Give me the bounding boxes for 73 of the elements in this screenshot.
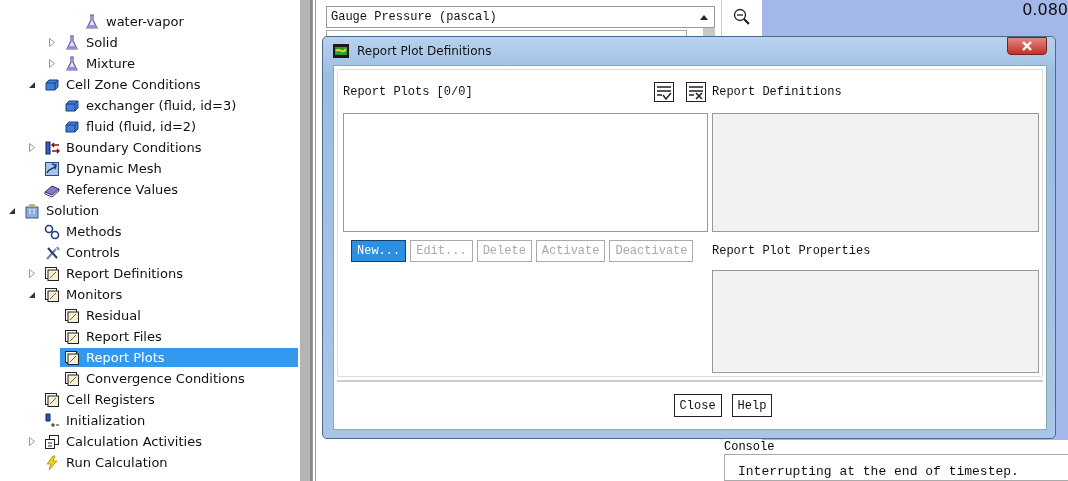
scroll-up-icon[interactable] <box>700 14 708 20</box>
list-label: Report Plots [0/0] <box>343 84 473 99</box>
tree-item[interactable]: Calculation Activities <box>40 432 298 451</box>
collapse-arrow-icon[interactable] <box>29 291 35 298</box>
monitor-icon <box>44 265 60 282</box>
list-box[interactable]: Gauge Pressure (pascal) <box>326 6 715 28</box>
zoom-out-icon[interactable] <box>733 8 751 26</box>
tree-item[interactable]: Residual <box>60 306 298 325</box>
flask-icon <box>64 34 80 51</box>
cube-icon <box>64 118 80 135</box>
tree-item[interactable]: Report Files <box>60 327 298 346</box>
expand-arrow-icon[interactable] <box>49 38 55 47</box>
monitor-icon <box>44 391 60 408</box>
definitions-label: Report Definitions <box>712 84 842 99</box>
tree-item[interactable]: Methods <box>40 222 298 241</box>
tree-item[interactable]: Dynamic Mesh <box>40 159 298 178</box>
console-text: Interrupting at the end of timestep. <box>738 464 1019 479</box>
definitions-list[interactable] <box>712 113 1039 232</box>
tree-item[interactable]: Initialization <box>40 411 298 430</box>
building-icon <box>24 202 40 219</box>
cube-icon <box>44 76 60 93</box>
list-item[interactable]: Gauge Pressure (pascal) <box>331 10 497 24</box>
gears-icon <box>44 223 60 240</box>
tree-item[interactable]: Report Definitions <box>40 264 298 283</box>
list-box[interactable] <box>343 113 708 232</box>
collapse-arrow-icon[interactable] <box>9 207 15 214</box>
cube-icon <box>64 97 80 114</box>
tree-item[interactable]: Boundary Conditions <box>40 138 298 157</box>
monitor-icon <box>64 349 80 366</box>
tree-item[interactable]: Solution <box>20 201 298 220</box>
tree-item[interactable]: water-vapor <box>80 12 298 31</box>
app-icon <box>333 44 349 58</box>
monitor-icon <box>44 286 60 303</box>
tree-item[interactable]: exchanger (fluid, id=3) <box>60 96 298 115</box>
tree-item[interactable]: Convergence Conditions <box>60 369 298 388</box>
tree-item[interactable]: Solid <box>60 33 298 52</box>
axis-label: 0.080 <box>1022 0 1068 19</box>
initialization-icon <box>44 412 60 429</box>
boundary-icon <box>44 139 60 156</box>
expand-arrow-icon[interactable] <box>29 143 35 152</box>
window-title: Report Plot Definitions <box>357 44 493 58</box>
tree-item[interactable]: Controls <box>40 243 298 262</box>
expand-arrow-icon[interactable] <box>29 269 35 278</box>
tree-item[interactable]: fluid (fluid, id=2) <box>60 117 298 136</box>
mesh-icon <box>44 160 60 177</box>
monitor-icon <box>64 307 80 324</box>
close-icon <box>1021 41 1033 51</box>
tools-icon <box>44 244 60 261</box>
dialog-button[interactable]: Help <box>731 394 773 417</box>
tree-item[interactable]: Cell Registers <box>40 390 298 409</box>
flask-icon <box>64 55 80 72</box>
activities-icon <box>44 433 60 450</box>
tree-item[interactable]: Monitors <box>40 285 298 304</box>
tree-item[interactable]: Mixture <box>60 54 298 73</box>
monitor-icon <box>64 370 80 387</box>
tree-item[interactable]: Cell Zone Conditions <box>40 75 298 94</box>
close-button[interactable] <box>1007 37 1047 55</box>
list-check-icon <box>654 81 674 102</box>
scrollbar[interactable] <box>298 0 312 481</box>
deselect-all-button[interactable] <box>686 81 706 102</box>
expand-arrow-icon[interactable] <box>49 59 55 68</box>
tree-item[interactable]: Run Calculation <box>40 453 298 472</box>
lightning-icon <box>44 454 60 471</box>
list-cross-icon <box>686 81 706 102</box>
collapse-arrow-icon[interactable] <box>29 81 35 88</box>
flask-icon <box>84 13 100 30</box>
console-label: Console <box>723 440 776 454</box>
monitor-icon <box>64 328 80 345</box>
tree-item[interactable]: Reference Values <box>40 180 298 199</box>
properties-label: Report Plot Properties <box>712 244 871 258</box>
select-all-button[interactable] <box>654 81 674 102</box>
dialog-button[interactable]: Close <box>673 394 722 417</box>
expand-arrow-icon[interactable] <box>29 437 35 446</box>
